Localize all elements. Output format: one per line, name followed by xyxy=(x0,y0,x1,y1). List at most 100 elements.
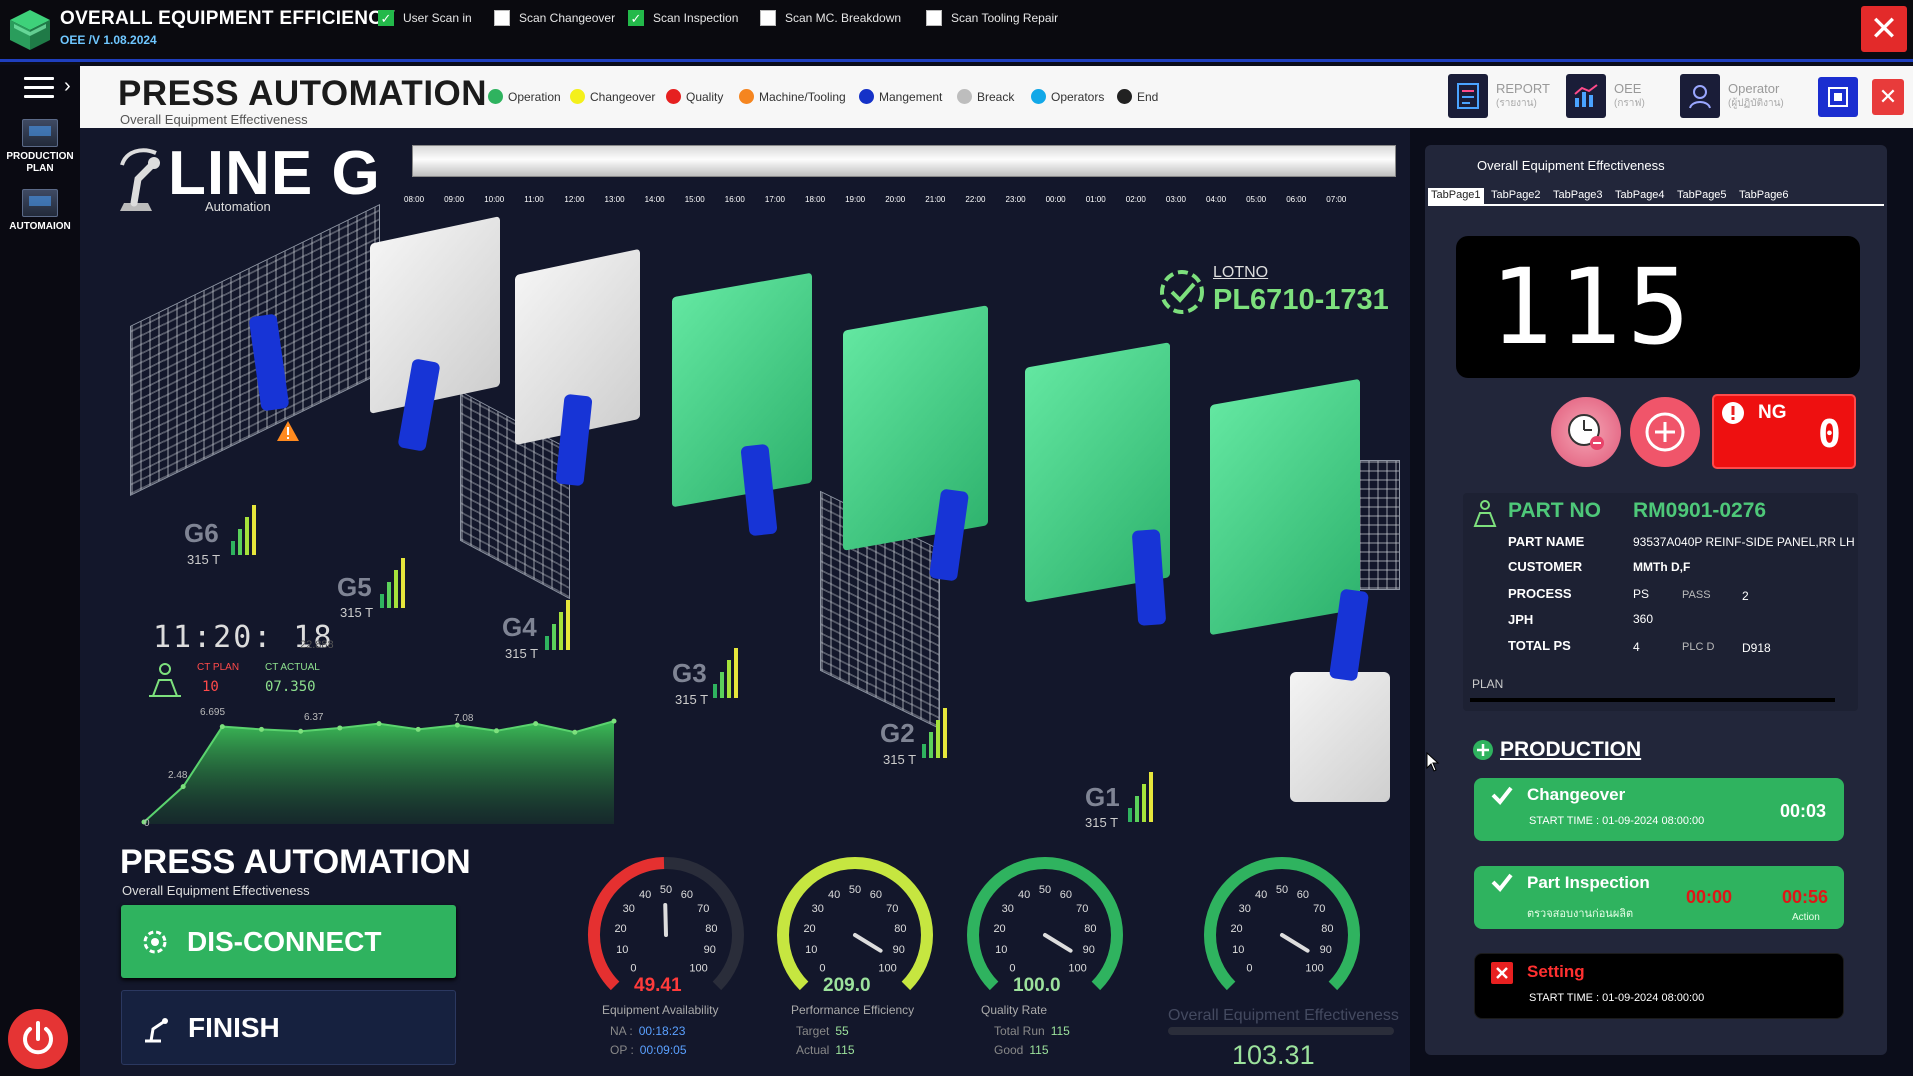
robot-arm-icon xyxy=(120,148,160,211)
option-label: Scan Changeover xyxy=(519,11,616,25)
button-sublabel: (รายงาน) xyxy=(1496,98,1537,109)
scan-changeover-option[interactable]: Scan Changeover xyxy=(494,10,615,26)
gauge-scale-label: 80 xyxy=(705,923,717,935)
tab-page-5[interactable]: TabPage5 xyxy=(1674,188,1730,204)
legend-end: End xyxy=(1117,89,1158,104)
gauge-value: 209.0 xyxy=(823,975,871,996)
timeline-tick: 22:00 xyxy=(965,195,986,204)
checkbox[interactable] xyxy=(760,10,776,26)
machine-label-g2: G2 xyxy=(880,718,915,748)
screen-icon xyxy=(1828,87,1848,107)
screen-button[interactable] xyxy=(1818,77,1858,117)
bottom-title: PRESS AUTOMATION xyxy=(120,843,471,881)
page-subtitle: Overall Equipment Effectiveness xyxy=(120,112,308,127)
option-label: User Scan in xyxy=(403,11,472,25)
chart-label: 2.48 xyxy=(168,770,188,781)
report-button[interactable]: REPORT (รายงาน) xyxy=(1448,70,1550,122)
press-machine-g1[interactable] xyxy=(1210,378,1360,636)
option-label: Scan Tooling Repair xyxy=(951,11,1059,25)
disconnect-button[interactable]: DIS-CONNECT xyxy=(121,905,456,978)
ct-plan-value: 10 xyxy=(202,679,219,695)
gauge-scale-label: 100 xyxy=(689,963,707,975)
checkbox[interactable] xyxy=(378,10,394,26)
gauge-scale-label: 10 xyxy=(805,944,817,956)
button-label: REPORT xyxy=(1496,81,1550,96)
machine-tons-g3: 315 T xyxy=(675,692,709,707)
gauge-row: Good 115 xyxy=(994,1043,1049,1057)
signal-bars-icon xyxy=(545,600,570,650)
machine-label-g4: G4 xyxy=(502,612,537,642)
timer-button[interactable] xyxy=(1551,397,1621,467)
gauge-scale-label: 70 xyxy=(886,903,898,915)
checkbox[interactable] xyxy=(628,10,644,26)
part-no-label: PART NO xyxy=(1508,499,1601,522)
mouse-cursor-icon xyxy=(1426,752,1440,772)
tab-page-3[interactable]: TabPage3 xyxy=(1550,188,1606,204)
button-label: OEE xyxy=(1614,81,1642,96)
timeline-tick: 23:00 xyxy=(1005,195,1026,204)
gauge-row-value: 00:09:05 xyxy=(639,1043,687,1057)
gauge-row-label: Total Run xyxy=(994,1024,1045,1038)
gauge-scale-label: 50 xyxy=(660,884,672,896)
plan-label: PLAN xyxy=(1472,677,1504,691)
gauge-scale-label: 0 xyxy=(819,963,825,975)
checkbox[interactable] xyxy=(926,10,942,26)
signal-bars-icon xyxy=(713,648,738,698)
gauge-scale-label: 70 xyxy=(1313,903,1325,915)
scan-tooling-repair-option[interactable]: Scan Tooling Repair xyxy=(926,10,1058,26)
scan-inspection-option[interactable]: Scan Inspection xyxy=(628,10,738,26)
checkbox[interactable] xyxy=(494,10,510,26)
gauge-scale-label: 0 xyxy=(1246,963,1252,975)
tab-page-6[interactable]: TabPage6 xyxy=(1736,188,1792,204)
chevron-right-icon[interactable]: › xyxy=(64,75,71,98)
add-count-button[interactable] xyxy=(1630,397,1700,467)
gauge-scale-label: 70 xyxy=(1076,903,1088,915)
gauge-value: 103.31 xyxy=(1232,1040,1315,1070)
gauge-scale-label: 100 xyxy=(878,963,896,975)
machine-tons-g5: 315 T xyxy=(340,605,374,620)
option-label: Scan Inspection xyxy=(653,11,739,25)
gauge-row-value: 115 xyxy=(835,1043,855,1057)
chart-point xyxy=(533,721,539,727)
chart-point xyxy=(494,728,499,734)
inspection-subtitle: ตรวจสอบงานก่อนผลิต xyxy=(1527,908,1634,920)
scan-user-in-option[interactable]: User Scan in xyxy=(378,10,472,26)
power-button[interactable] xyxy=(8,1009,68,1069)
gauge-caption: Equipment Availability xyxy=(602,1003,719,1017)
hamburger-menu-icon[interactable] xyxy=(24,77,54,99)
ct-actual-value: 07.350 xyxy=(265,679,316,695)
gauge-row-value: 115 xyxy=(1029,1043,1049,1057)
gauge-scale-label: 60 xyxy=(870,889,882,901)
gauge-scale-label: 20 xyxy=(803,923,815,935)
tab-page-1[interactable]: TabPage1 xyxy=(1428,188,1484,204)
monitor-icon xyxy=(22,189,58,217)
sidebar-item-production-plan[interactable]: PRODUCTION PLAN xyxy=(0,119,80,175)
gauge-scale-label: 40 xyxy=(1255,889,1267,901)
operator-button[interactable]: Operator (ผู้ปฏิบัติงาน) xyxy=(1680,70,1784,122)
gauge-scale-label: 90 xyxy=(1320,944,1332,956)
cycle-time-chart: 0 2.48 6.695 6.37 7.08 xyxy=(141,707,617,829)
status-timeline xyxy=(412,145,1396,177)
gauge-scale-label: 20 xyxy=(1230,923,1242,935)
close-app-button[interactable]: ✕ xyxy=(1861,6,1907,52)
check-circle-icon xyxy=(1160,270,1204,314)
gauge-value: 100.0 xyxy=(1013,975,1061,996)
operator-icon xyxy=(1680,74,1720,118)
tab-page-4[interactable]: TabPage4 xyxy=(1612,188,1668,204)
press-machine-g4[interactable] xyxy=(672,272,812,508)
oee-graph-button[interactable]: OEE (กราฟ) xyxy=(1566,70,1645,122)
gauge-row-label: OP xyxy=(610,1043,628,1057)
warning-icon xyxy=(277,421,299,441)
report-icon xyxy=(1448,74,1488,118)
plus-circle-icon xyxy=(1473,740,1493,760)
scan-breakdown-option[interactable]: Scan MC. Breakdown xyxy=(760,10,901,26)
legend-management: Mangement xyxy=(859,89,942,104)
header-close-button[interactable]: ✕ xyxy=(1872,79,1904,115)
sidebar-item-automation[interactable]: AUTOMAION xyxy=(0,189,80,233)
oee-progress-bar xyxy=(1168,1027,1394,1035)
press-machine-g3[interactable] xyxy=(843,305,988,551)
finish-button[interactable]: FINISH xyxy=(121,990,456,1065)
tab-underline xyxy=(1428,204,1884,206)
legend-quality: Quality xyxy=(666,89,723,104)
tab-page-2[interactable]: TabPage2 xyxy=(1488,188,1544,204)
